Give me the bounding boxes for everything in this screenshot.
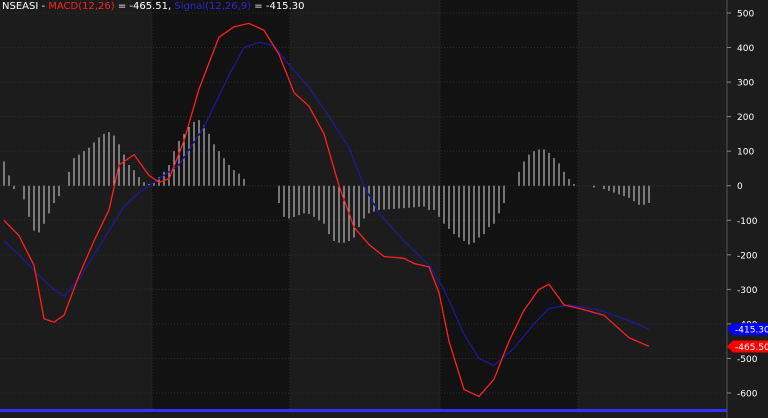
- header-eq-2: =: [251, 1, 266, 12]
- macd-label: MACD(12,26): [48, 1, 115, 12]
- chart-header: NSEASI - MACD(12,26) = -465.51, Signal(1…: [2, 1, 304, 13]
- signal-label: Signal(12,26,9): [174, 1, 252, 12]
- y-tick-label: -500: [737, 355, 758, 365]
- y-tick-label: 400: [737, 44, 754, 54]
- value-tag-label: -465.507: [735, 343, 768, 353]
- header-sep-1: -: [38, 1, 49, 12]
- shade-band-2: [440, 0, 578, 410]
- y-tick-label: -600: [737, 390, 758, 400]
- y-tick-label: 100: [737, 148, 754, 158]
- shade-band-1: [152, 0, 290, 410]
- macd-chart[interactable]: 5004003002001000-100-200-300-400-500-600…: [0, 0, 768, 418]
- y-tick-label: -200: [737, 251, 758, 261]
- header-eq-1: =: [114, 1, 130, 12]
- signal-value-tag: -415.304: [727, 323, 768, 336]
- y-tick-label: 300: [737, 79, 754, 89]
- symbol-label: NSEASI: [2, 1, 39, 12]
- bottom-baseline: [0, 409, 727, 412]
- signal-value: -415.30: [265, 1, 305, 12]
- y-tick-label: -100: [737, 217, 758, 227]
- macd-value: -465.51: [129, 1, 169, 12]
- macd-value-tag: -465.507: [727, 340, 768, 353]
- y-tick-label: 200: [737, 113, 754, 123]
- y-tick-label: 0: [737, 182, 743, 192]
- y-tick-label: -300: [737, 286, 758, 296]
- value-tag-label: -415.304: [735, 326, 768, 336]
- y-tick-label: 500: [737, 10, 754, 20]
